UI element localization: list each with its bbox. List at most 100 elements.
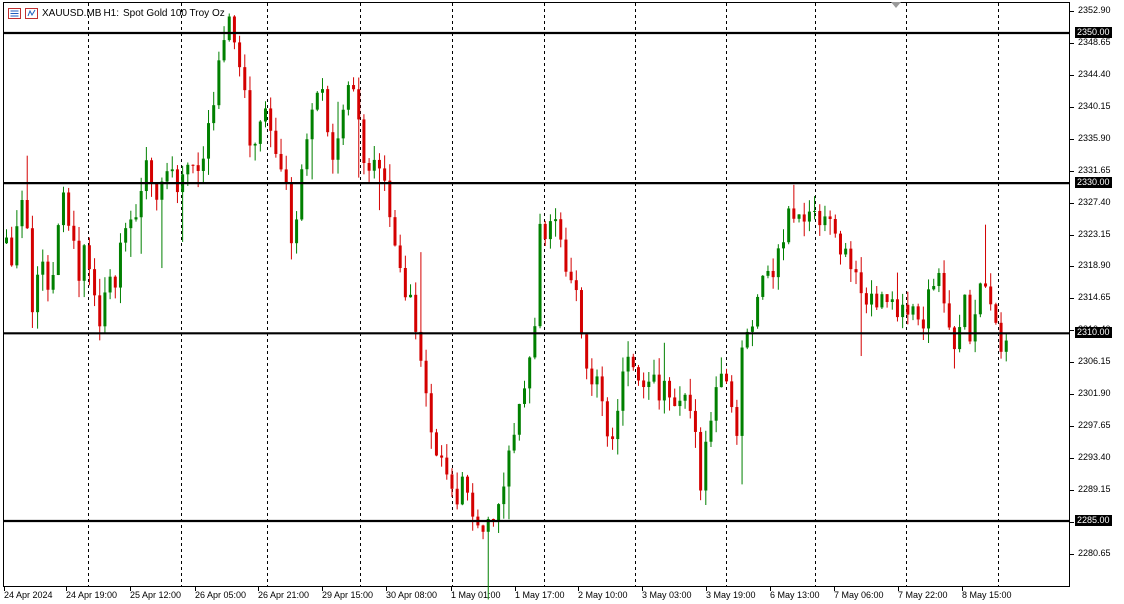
candle-body xyxy=(859,272,863,294)
candle-body xyxy=(20,200,24,227)
price-tick-label: 2340.15 xyxy=(1078,100,1111,111)
candle-body xyxy=(460,476,464,505)
candle-body xyxy=(41,261,45,275)
candle-body xyxy=(129,219,133,229)
candle-body xyxy=(600,376,604,402)
price-tick-label: 2289.15 xyxy=(1078,483,1111,494)
time-tick-label: 29 Apr 15:00 xyxy=(322,590,374,600)
candle-body xyxy=(927,289,931,329)
candle-body xyxy=(455,488,459,505)
chart-shift-marker[interactable] xyxy=(891,2,901,8)
candle-body xyxy=(269,108,273,131)
candle-body xyxy=(403,267,407,298)
candle-body xyxy=(362,119,366,164)
candle-body xyxy=(621,371,625,411)
candle-body xyxy=(56,225,60,275)
candle-body xyxy=(636,367,640,381)
candle-body xyxy=(875,293,879,308)
candle-body xyxy=(238,42,242,68)
candle-body xyxy=(331,132,335,160)
time-tick-label: 3 May 19:00 xyxy=(706,590,756,600)
candle-body xyxy=(652,374,656,382)
price-tick-label: 2348.65 xyxy=(1078,37,1111,48)
level-price-tag: 2350.00 xyxy=(1075,27,1112,38)
price-tick-mark xyxy=(1070,330,1074,332)
one-click-trading-icon[interactable] xyxy=(25,7,38,19)
candle-body xyxy=(481,525,485,532)
candle-body xyxy=(730,381,734,408)
candle-body xyxy=(388,180,392,218)
candle-body xyxy=(994,304,998,323)
candle-body xyxy=(673,397,677,407)
candle-body xyxy=(377,159,381,169)
candle-body xyxy=(797,214,801,219)
chart-window[interactable]: XAUUSD.MB H1: Spot Gold 100 Troy Oz 2352… xyxy=(0,0,1124,604)
candle-body xyxy=(885,294,889,303)
candle-body xyxy=(678,400,682,407)
candle-body xyxy=(155,183,159,200)
price-tick-label: 2318.90 xyxy=(1078,260,1111,271)
candle-body xyxy=(787,208,791,243)
candle-body xyxy=(357,89,361,120)
time-tick-label: 3 May 03:00 xyxy=(642,590,692,600)
candle-body xyxy=(5,237,8,244)
candle-body xyxy=(36,274,40,313)
chart-properties-icon[interactable] xyxy=(8,7,21,19)
candle-body xyxy=(305,139,309,170)
candle-body xyxy=(750,326,754,332)
candle-body xyxy=(735,407,739,436)
candle-body xyxy=(295,219,299,244)
candle-body xyxy=(989,286,993,305)
candle-body xyxy=(890,299,894,303)
price-tick-mark xyxy=(1070,298,1074,300)
candle-body xyxy=(533,326,537,358)
candle-body xyxy=(911,306,915,315)
candle-body xyxy=(657,374,661,401)
candle-body xyxy=(502,486,506,505)
candle-body xyxy=(766,270,770,276)
candle-body xyxy=(284,169,288,183)
time-axis[interactable]: 24 Apr 2024 24 Apr 19:00 25 Apr 12:00 26 Ap… xyxy=(0,587,1070,604)
candle-body xyxy=(253,143,257,146)
candle-body xyxy=(833,219,837,234)
price-tick-label: 2344.40 xyxy=(1078,69,1111,80)
candle-body xyxy=(828,216,832,220)
candle-body xyxy=(77,240,81,281)
candle-body xyxy=(963,294,967,328)
candle-body xyxy=(419,331,423,361)
price-tick-label: 2314.65 xyxy=(1078,292,1111,303)
price-axis[interactable]: 2352.90 2348.65 2344.40 2340.15 2335.90 2331.… xyxy=(1070,0,1124,604)
time-tick-label: 1 May 01:00 xyxy=(451,590,501,600)
candle-body xyxy=(818,210,822,226)
candle-body xyxy=(25,200,29,229)
candle-body xyxy=(523,388,526,404)
candle-body xyxy=(916,306,920,320)
candle-body xyxy=(175,169,179,193)
candle-body xyxy=(315,92,319,110)
candle-body xyxy=(61,192,65,226)
candle-body xyxy=(341,109,345,139)
candle-body xyxy=(134,217,138,220)
candle-body xyxy=(367,163,371,171)
candle-body xyxy=(906,304,910,315)
candle-body xyxy=(232,16,236,43)
price-tick-label: 2297.65 xyxy=(1078,420,1111,431)
candle-body xyxy=(838,233,842,255)
candle-body xyxy=(564,239,568,272)
candle-body xyxy=(15,226,19,266)
candle-body xyxy=(978,283,982,315)
time-tick-label: 25 Apr 12:00 xyxy=(130,590,182,600)
candle-body xyxy=(72,225,76,241)
candle-body xyxy=(559,219,563,240)
candle-body xyxy=(952,327,956,350)
price-chart[interactable] xyxy=(0,0,1070,604)
time-tick-label: 26 Apr 05:00 xyxy=(195,590,247,600)
candle-body xyxy=(802,214,806,222)
candle-body xyxy=(113,276,117,288)
candle-body xyxy=(543,223,547,240)
symbol-name: XAUUSD.MB xyxy=(42,7,102,19)
candle-body xyxy=(569,271,573,281)
candle-body xyxy=(429,393,433,433)
candle-body xyxy=(973,314,977,342)
candle-body xyxy=(585,334,589,369)
